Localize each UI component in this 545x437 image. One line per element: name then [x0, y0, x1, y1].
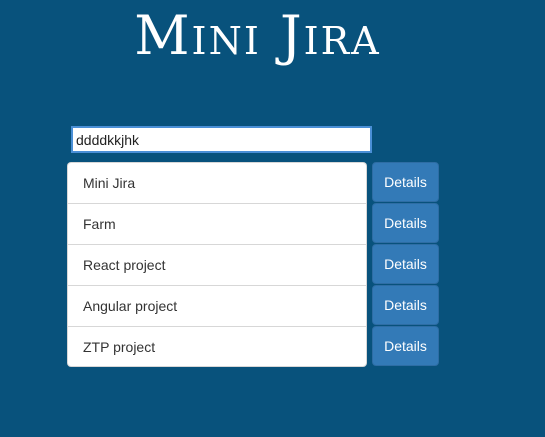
- project-name: Mini Jira: [67, 162, 367, 203]
- project-row: ZTP project Details: [67, 326, 439, 367]
- project-row: Farm Details: [67, 203, 439, 244]
- details-button[interactable]: Details: [372, 326, 439, 366]
- project-row: Angular project Details: [67, 285, 439, 326]
- project-name: ZTP project: [67, 326, 367, 367]
- project-name: Farm: [67, 203, 367, 244]
- project-row: Mini Jira Details: [67, 162, 439, 203]
- app-title: Mini Jira: [134, 4, 381, 67]
- details-button[interactable]: Details: [372, 162, 439, 202]
- project-name: React project: [67, 244, 367, 285]
- details-button[interactable]: Details: [372, 203, 439, 243]
- project-row: React project Details: [67, 244, 439, 285]
- details-button[interactable]: Details: [372, 285, 439, 325]
- search-input[interactable]: [71, 126, 372, 153]
- project-list: Mini Jira Details Farm Details React pro…: [67, 162, 439, 367]
- details-button[interactable]: Details: [372, 244, 439, 284]
- project-name: Angular project: [67, 285, 367, 326]
